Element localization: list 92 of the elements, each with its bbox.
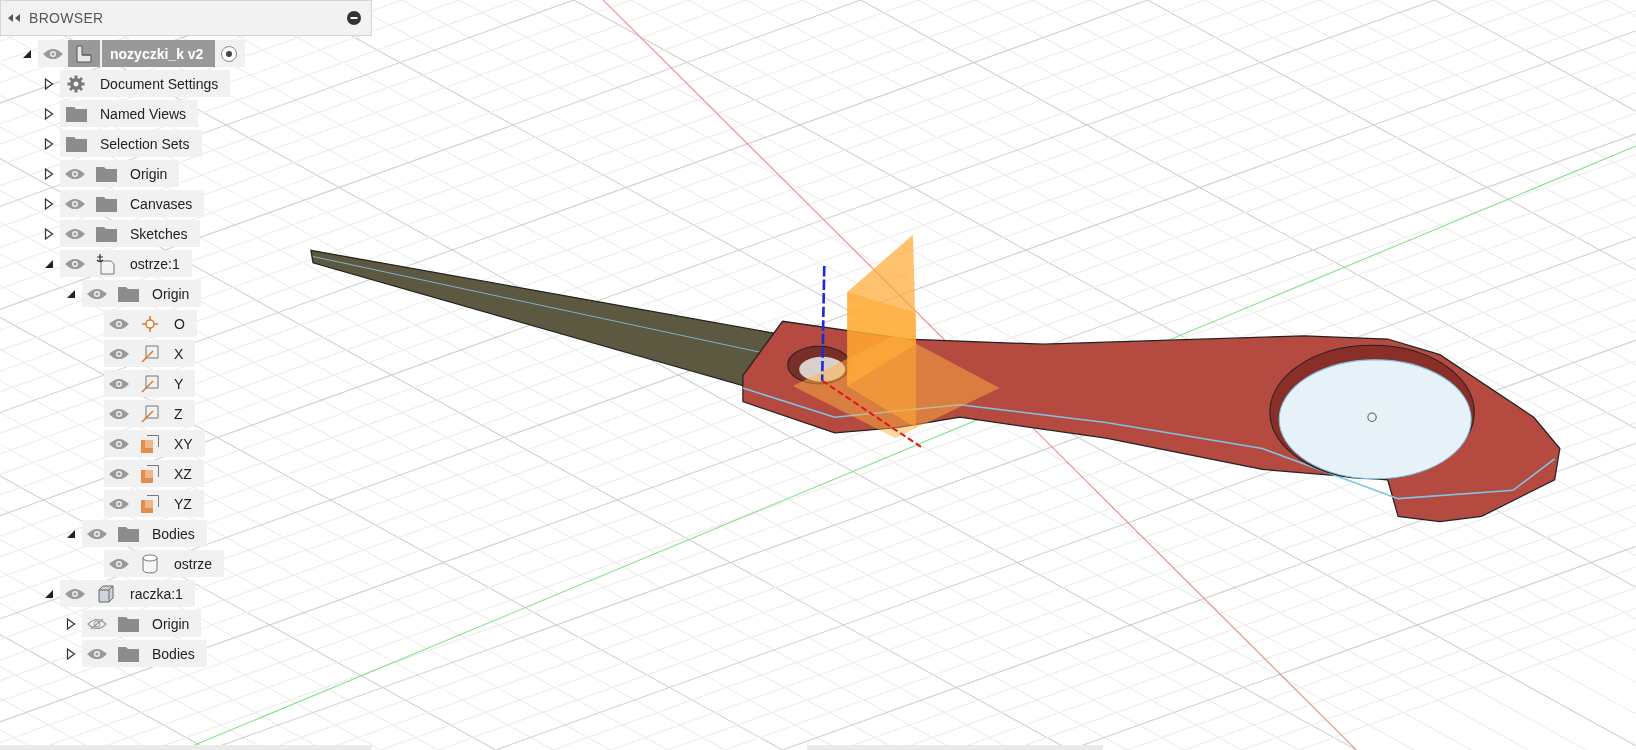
folder-icon — [95, 225, 117, 242]
tree-item[interactable]: Z — [104, 400, 195, 427]
eye-icon[interactable] — [109, 317, 129, 330]
item-label: Sketches — [129, 224, 189, 244]
eye-icon[interactable] — [109, 407, 129, 420]
tree-item[interactable]: Origin — [60, 160, 180, 187]
collapse-panel-icon[interactable] — [7, 13, 21, 23]
item-label: Origin — [151, 284, 191, 304]
eye-icon[interactable] — [65, 257, 85, 270]
item-label: X — [173, 344, 185, 364]
tree-item[interactable]: Canvases — [60, 190, 205, 217]
expand-triangle-icon[interactable] — [66, 647, 76, 660]
folder-icon — [95, 195, 117, 212]
panel-title: BROWSER — [29, 10, 105, 26]
expand-triangle-icon[interactable] — [44, 107, 54, 120]
tree-item[interactable]: Origin — [82, 610, 202, 637]
tree-item[interactable]: Bodies — [82, 640, 207, 667]
item-label: Origin — [151, 614, 191, 634]
activate-radio[interactable] — [221, 45, 238, 62]
item-label: Bodies — [151, 644, 196, 664]
tree-item[interactable]: Selection Sets — [60, 130, 202, 157]
folder-icon — [117, 615, 139, 632]
item-label: nozyczki_k v2 — [100, 40, 216, 67]
minimize-icon[interactable] — [347, 11, 361, 25]
axis-icon — [141, 344, 159, 363]
tree-item[interactable]: Bodies — [82, 520, 207, 547]
item-label: XY — [173, 434, 194, 454]
eye-icon[interactable] — [65, 197, 85, 210]
component-icon — [74, 44, 94, 63]
plane-icon — [141, 434, 159, 453]
axis-icon — [141, 404, 159, 423]
eye-slash-icon[interactable] — [87, 617, 107, 630]
tree-item[interactable]: Sketches — [60, 220, 200, 247]
plane-icon — [141, 464, 159, 483]
eye-icon[interactable] — [65, 167, 85, 180]
folder-icon — [65, 135, 87, 152]
item-label: Y — [173, 374, 185, 394]
expand-triangle-icon[interactable] — [44, 227, 54, 240]
tree-item[interactable]: ostrze — [104, 550, 225, 577]
item-label: Z — [173, 404, 184, 424]
eye-icon[interactable] — [109, 437, 129, 450]
tree-item[interactable]: Y — [104, 370, 196, 397]
expand-triangle-icon[interactable] — [44, 197, 54, 210]
item-label: Canvases — [129, 194, 194, 214]
tree-item[interactable]: ostrze:1 — [60, 250, 192, 277]
item-label: Selection Sets — [99, 134, 191, 154]
folder-icon — [95, 165, 117, 182]
tree-item[interactable]: Origin — [82, 280, 202, 307]
eye-icon[interactable] — [109, 497, 129, 510]
item-label: O — [173, 314, 186, 334]
eye-icon[interactable] — [87, 527, 107, 540]
tree-item[interactable]: X — [104, 340, 196, 367]
expand-triangle-icon[interactable] — [44, 167, 54, 180]
item-label: Origin — [129, 164, 169, 184]
eye-icon[interactable] — [109, 377, 129, 390]
tree-item[interactable]: XZ — [104, 460, 204, 487]
anchored-box-icon — [95, 252, 117, 275]
tree-item[interactable]: Named Views — [60, 100, 199, 127]
expand-triangle-icon[interactable] — [66, 617, 76, 630]
item-label: ostrze — [173, 554, 214, 574]
axis-icon — [141, 374, 159, 393]
item-label: raczka:1 — [129, 584, 184, 604]
eye-icon[interactable] — [87, 287, 107, 300]
origin-point-icon — [141, 314, 159, 333]
eye-icon[interactable] — [65, 587, 85, 600]
cylinder-icon — [141, 553, 159, 574]
item-label: ostrze:1 — [129, 254, 181, 274]
item-label: YZ — [173, 494, 193, 514]
folder-icon — [117, 645, 139, 662]
item-label: Named Views — [99, 104, 188, 124]
item-label: Document Settings — [99, 74, 220, 94]
gear-icon — [67, 74, 85, 93]
tree-item[interactable]: raczka:1 — [60, 580, 195, 607]
item-label: Bodies — [151, 524, 196, 544]
eye-icon[interactable] — [109, 557, 129, 570]
eye-icon[interactable] — [65, 227, 85, 240]
eye-icon[interactable] — [87, 647, 107, 660]
folder-icon — [65, 105, 87, 122]
expand-triangle-icon[interactable] — [44, 137, 54, 150]
eye-icon[interactable] — [109, 467, 129, 480]
folder-icon — [117, 525, 139, 542]
eye-icon[interactable] — [109, 347, 129, 360]
eye-icon[interactable] — [43, 47, 63, 60]
plane-icon — [141, 494, 159, 513]
tree-item[interactable]: O — [104, 310, 197, 337]
folder-icon — [117, 285, 139, 302]
tree-item[interactable]: YZ — [104, 490, 204, 517]
tree-item[interactable]: XY — [104, 430, 205, 457]
box-icon — [97, 584, 115, 603]
item-label: XZ — [173, 464, 193, 484]
tree-item[interactable]: Document Settings — [60, 70, 231, 97]
expand-triangle-icon[interactable] — [44, 77, 54, 90]
